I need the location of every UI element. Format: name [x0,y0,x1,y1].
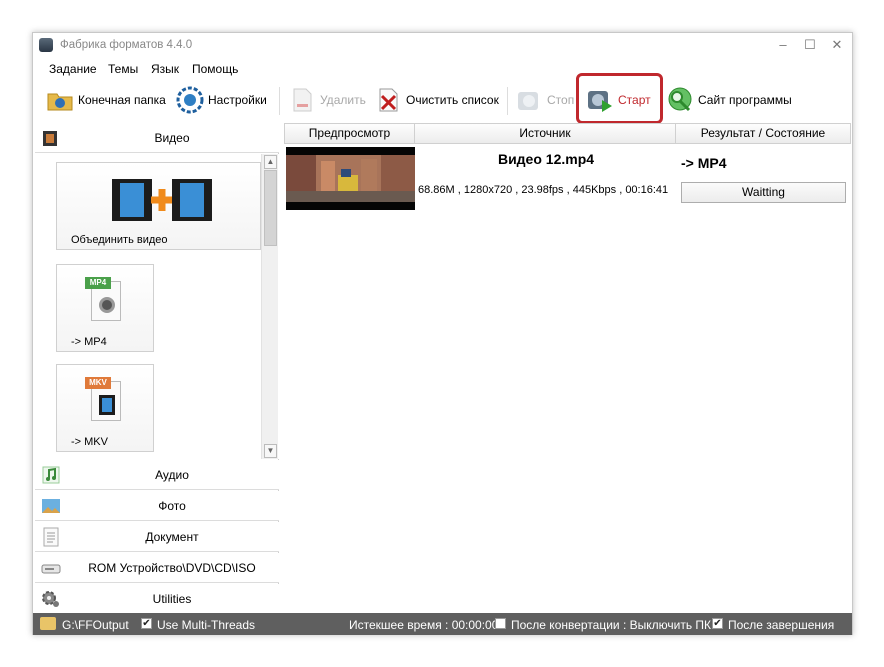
scroll-thumb[interactable] [264,170,277,246]
gears-icon [41,589,61,609]
settings-icon [176,86,204,114]
clear-list-icon [374,86,402,114]
category-audio[interactable]: Аудио [35,460,279,490]
video-tiles-pane: Объединить видео MP4 -> MP4 MKV -> MKV [35,154,279,459]
category-sidebar: Видео Объединить видео MP4 -> MP4 MKV ->… [35,123,279,614]
clear-list-label: Очистить список [406,93,499,107]
menu-help[interactable]: Помощь [192,62,238,76]
category-rom-label: ROM Устройство\DVD\CD\ISO [88,561,256,575]
output-path: G:\FFOutput [62,618,129,632]
column-header-result[interactable]: Результат / Состояние [675,123,851,144]
menu-task[interactable]: Задание [49,62,97,76]
delete-button[interactable]: Удалить [288,85,366,115]
status-bar: G:\FFOutput ✔ Use Multi-Threads Истекшее… [33,613,852,635]
toolbar-divider [507,87,508,115]
column-header-preview[interactable]: Предпросмотр [284,123,415,144]
tile-merge-video[interactable]: Объединить видео [56,162,261,250]
film-icon [41,128,61,148]
delete-label: Удалить [320,93,366,107]
category-audio-label: Аудио [155,468,189,482]
output-folder-icon[interactable] [40,617,56,630]
after-convert-label: После конвертации : Выключить ПК [511,618,712,632]
folder-icon [46,86,74,114]
category-photo[interactable]: Фото [35,491,279,521]
category-document[interactable]: Документ [35,522,279,552]
category-utilities[interactable]: Utilities [35,584,279,614]
column-header-source[interactable]: Источник [414,123,676,144]
toolbar-divider [279,87,280,115]
settings-button[interactable]: Настройки [176,85,267,115]
app-logo-icon [39,38,53,52]
after-done-label: После завершения [728,618,835,632]
music-note-icon [41,465,61,485]
website-label: Сайт программы [698,93,792,107]
after-convert-checkbox[interactable] [495,618,506,629]
source-file-info: 68.86M , 1280x720 , 23.98fps , 445Kbps ,… [418,184,669,196]
stop-icon [515,86,543,114]
mp4-file-icon: MP4 [85,277,125,323]
stop-label: Стоп [547,93,575,107]
document-icon [41,527,61,547]
maximize-button[interactable]: ☐ [800,37,820,53]
toolbar: Конечная папка Настройки Удалить Очистит… [33,81,852,119]
category-photo-label: Фото [158,499,186,513]
close-button[interactable]: ✕ [827,37,847,53]
tile-mkv[interactable]: MKV -> MKV [56,364,154,452]
title-bar: Фабрика форматов 4.4.0 – ☐ ✕ [33,33,852,57]
start-highlight-frame [576,73,663,124]
output-folder-label: Конечная папка [78,93,166,107]
category-utilities-label: Utilities [152,592,192,606]
output-folder-button[interactable]: Конечная папка [46,85,166,115]
task-list: Предпросмотр Источник Результат / Состоя… [284,123,852,612]
disc-drive-icon [41,558,61,578]
tile-merge-video-label: Объединить видео [71,234,168,246]
tile-mp4-label: -> MP4 [71,336,107,348]
delete-icon [288,86,316,114]
mkv-file-icon: MKV [85,377,125,423]
photo-icon [41,496,61,516]
scroll-down-arrow[interactable]: ▼ [264,444,277,458]
app-window: Фабрика форматов 4.4.0 – ☐ ✕ Задание Тем… [32,32,853,635]
menu-language[interactable]: Язык [151,62,179,76]
mp4-badge: MP4 [85,277,111,289]
minimize-button[interactable]: – [773,37,793,53]
multithread-checkbox[interactable]: ✔ [141,618,152,629]
category-video-label: Видео [154,131,190,145]
tile-mkv-label: -> MKV [71,436,108,448]
category-document-label: Документ [145,530,199,544]
merge-video-icon [112,179,212,221]
status-badge: Waitting [681,182,846,203]
window-title: Фабрика форматов 4.4.0 [60,39,193,51]
after-done-checkbox[interactable]: ✔ [712,618,723,629]
clear-list-button[interactable]: Очистить список [374,85,499,115]
multithread-label: Use Multi-Threads [157,618,256,632]
result-format: -> MP4 [681,155,727,171]
website-button[interactable]: Сайт программы [666,85,792,115]
scroll-up-arrow[interactable]: ▲ [264,155,277,169]
globe-icon [666,86,694,114]
source-file-name: Видео 12.mp4 [497,151,595,167]
elapsed-time: Истекшее время : 00:00:00 [349,618,499,632]
stop-button[interactable]: Стоп [515,85,574,115]
category-video[interactable]: Видео [35,123,279,153]
mkv-badge: MKV [85,377,111,389]
category-rom[interactable]: ROM Устройство\DVD\CD\ISO [35,553,279,583]
menu-themes[interactable]: Темы [108,62,138,76]
settings-label: Настройки [208,93,267,107]
tile-mp4[interactable]: MP4 -> MP4 [56,264,154,352]
video-preview-thumbnail [286,147,415,210]
video-pane-scrollbar[interactable]: ▲ ▼ [261,154,278,459]
